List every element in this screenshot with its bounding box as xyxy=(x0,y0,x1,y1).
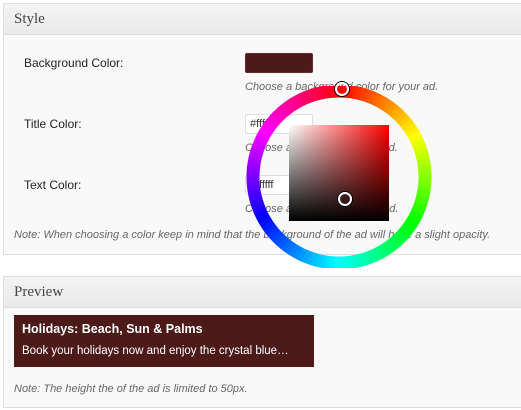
background-color-label: Background Color: xyxy=(24,56,124,70)
saturation-value-handle[interactable] xyxy=(338,192,352,206)
saturation-value-square[interactable] xyxy=(289,125,389,221)
preview-panel-title: Preview xyxy=(4,277,521,308)
ad-text: Book your holidays now and enjoy the cry… xyxy=(22,345,289,357)
color-picker[interactable] xyxy=(244,82,434,268)
ad-preview: Holidays: Beach, Sun & Palms Book your h… xyxy=(14,315,314,367)
ad-title: Holidays: Beach, Sun & Palms xyxy=(22,322,203,336)
text-color-label: Text Color: xyxy=(24,178,82,192)
background-color-input[interactable] xyxy=(245,53,313,73)
style-panel-title: Style xyxy=(4,4,521,35)
preview-panel: Preview Holidays: Beach, Sun & Palms Boo… xyxy=(3,276,521,408)
hue-handle[interactable] xyxy=(335,82,349,96)
preview-note: Note: The height the of the ad is limite… xyxy=(14,383,248,395)
title-color-label: Title Color: xyxy=(24,117,82,131)
